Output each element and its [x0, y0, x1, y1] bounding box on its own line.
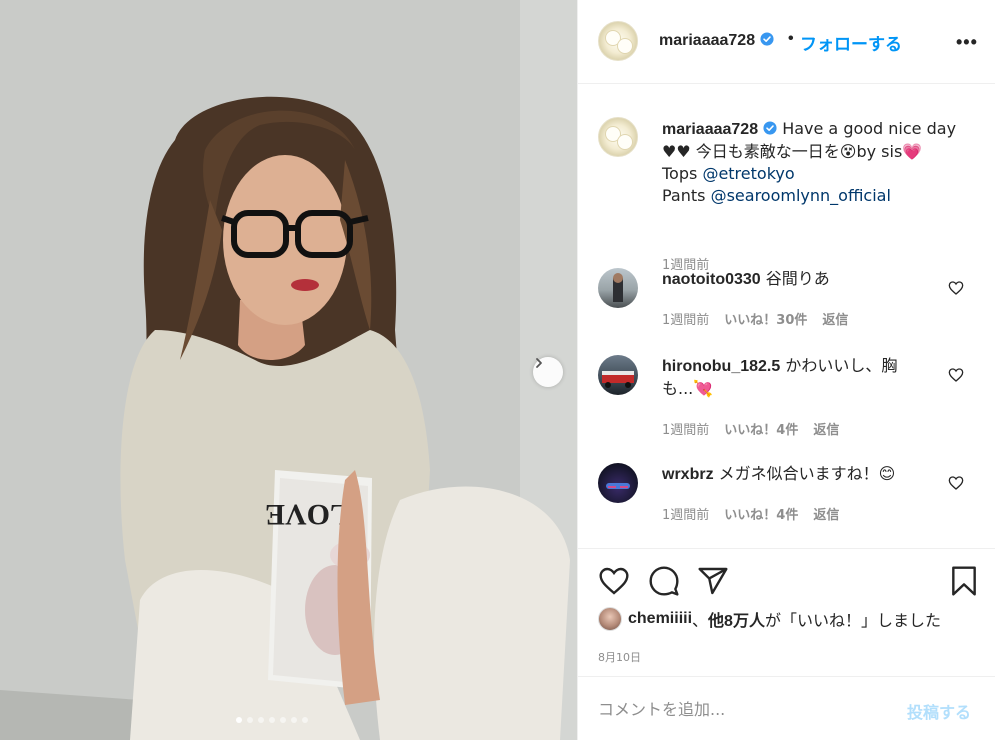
comment-likes[interactable]: いいね！4件: [724, 504, 798, 523]
commenter-avatar[interactable]: [598, 268, 638, 308]
post-actions: chemiiiii、他8万人 が「いいね！」しました 8月10日: [578, 548, 995, 676]
carousel-next-button[interactable]: [533, 357, 563, 387]
carousel-dot: [291, 717, 297, 723]
commenter-avatar[interactable]: [598, 355, 638, 395]
post-date[interactable]: 8月10日: [598, 649, 641, 665]
likes-count-link[interactable]: 他8万人: [708, 607, 765, 631]
verified-badge-icon: [763, 121, 777, 135]
mention-link-tops[interactable]: @etretokyo: [702, 164, 794, 183]
post-header: mariaaaa728 • フォローする •••: [578, 0, 995, 84]
chevron-right-icon: [536, 358, 542, 368]
header-separator: •: [788, 30, 794, 47]
add-comment-bar: 投稿する: [578, 676, 995, 740]
comment-body: メガネ似合いますね！😊: [718, 464, 896, 483]
comment-meta: 1週間前 いいね！30件 返信: [662, 309, 848, 328]
commenter-username[interactable]: wrxbrz: [662, 466, 714, 483]
carousel-dot: [280, 717, 286, 723]
svg-text:LOVE: LOVE: [265, 498, 350, 531]
comment-text: wrxbrz メガネ似合いますね！😊: [662, 463, 922, 486]
carousel-dot: [236, 717, 242, 723]
liker-avatar[interactable]: [598, 607, 622, 631]
liked-by-separator: 、: [692, 611, 709, 630]
carousel-dot: [269, 717, 275, 723]
comment-timestamp[interactable]: 1週間前: [662, 309, 709, 328]
more-options-icon[interactable]: •••: [956, 32, 978, 53]
bookmark-icon[interactable]: [948, 565, 980, 597]
reply-button[interactable]: 返信: [822, 309, 848, 328]
like-icon[interactable]: [598, 565, 630, 597]
commenter-username[interactable]: naotoito0330: [662, 271, 761, 288]
comment-meta: 1週間前 いいね！4件 返信: [662, 419, 839, 438]
comment-input[interactable]: [598, 697, 888, 721]
comment-likes[interactable]: いいね！4件: [724, 419, 798, 438]
reply-button[interactable]: 返信: [813, 419, 839, 438]
comment-likes[interactable]: いいね！30件: [724, 309, 807, 328]
comment-meta: 1週間前 いいね！4件 返信: [662, 504, 839, 523]
carousel-dot: [247, 717, 253, 723]
commenter-username[interactable]: hironobu_182.5: [662, 358, 780, 375]
heart-icon[interactable]: [948, 367, 964, 383]
carousel-indicator: [236, 717, 308, 723]
comment-timestamp[interactable]: 1週間前: [662, 504, 709, 523]
heart-icon[interactable]: [948, 280, 964, 296]
comment-text: naotoito0330 谷間りあ: [662, 268, 922, 291]
caption-tops-label: Tops: [662, 164, 698, 183]
caption-username[interactable]: mariaaaa728: [662, 121, 758, 138]
carousel-dot: [258, 717, 264, 723]
heart-icon[interactable]: [948, 475, 964, 491]
post-panel: mariaaaa728 • フォローする ••• mariaaaa728 Hav…: [577, 0, 995, 740]
author-username[interactable]: mariaaaa728: [659, 32, 774, 50]
verified-badge-icon: [760, 32, 774, 46]
comments-list[interactable]: mariaaaa728 Have a good nice day ♥♥ 今日も素…: [578, 85, 995, 547]
post-photo[interactable]: LOVE: [0, 0, 577, 740]
commenter-avatar[interactable]: [598, 463, 638, 503]
caption-pants-label: Pants: [662, 186, 706, 205]
carousel-dot: [302, 717, 308, 723]
commenter-avatar-image: [606, 483, 630, 489]
caption-line-2: ♥♥ 今日も素敵な一日を😵by sis💗: [662, 142, 923, 161]
photo-illustration: LOVE: [0, 0, 577, 740]
follow-button[interactable]: フォローする: [800, 30, 902, 55]
share-icon[interactable]: [697, 565, 729, 597]
liked-by-suffix: が「いいね！」しました: [764, 611, 941, 630]
commenter-avatar-image: [613, 273, 623, 302]
reply-button[interactable]: 返信: [813, 504, 839, 523]
mention-link-pants[interactable]: @searoomlynn_official: [711, 186, 891, 205]
comment-text: hironobu_182.5 かわいいし、胸も...💘: [662, 355, 922, 400]
liked-by-summary: chemiiiii、他8万人 が「いいね！」しました: [598, 607, 993, 631]
comment-icon[interactable]: [648, 565, 680, 597]
liker-username[interactable]: chemiiiii: [628, 610, 692, 628]
caption-text: mariaaaa728 Have a good nice day ♥♥ 今日も素…: [662, 118, 982, 207]
caption-avatar[interactable]: [598, 117, 638, 157]
caption-line-1: Have a good nice day: [782, 119, 957, 138]
author-avatar[interactable]: [598, 21, 638, 61]
comment-body: 谷間りあ: [765, 269, 830, 288]
comment-timestamp[interactable]: 1週間前: [662, 419, 709, 438]
commenter-avatar-image: [602, 371, 634, 388]
post-comment-button[interactable]: 投稿する: [907, 699, 971, 723]
